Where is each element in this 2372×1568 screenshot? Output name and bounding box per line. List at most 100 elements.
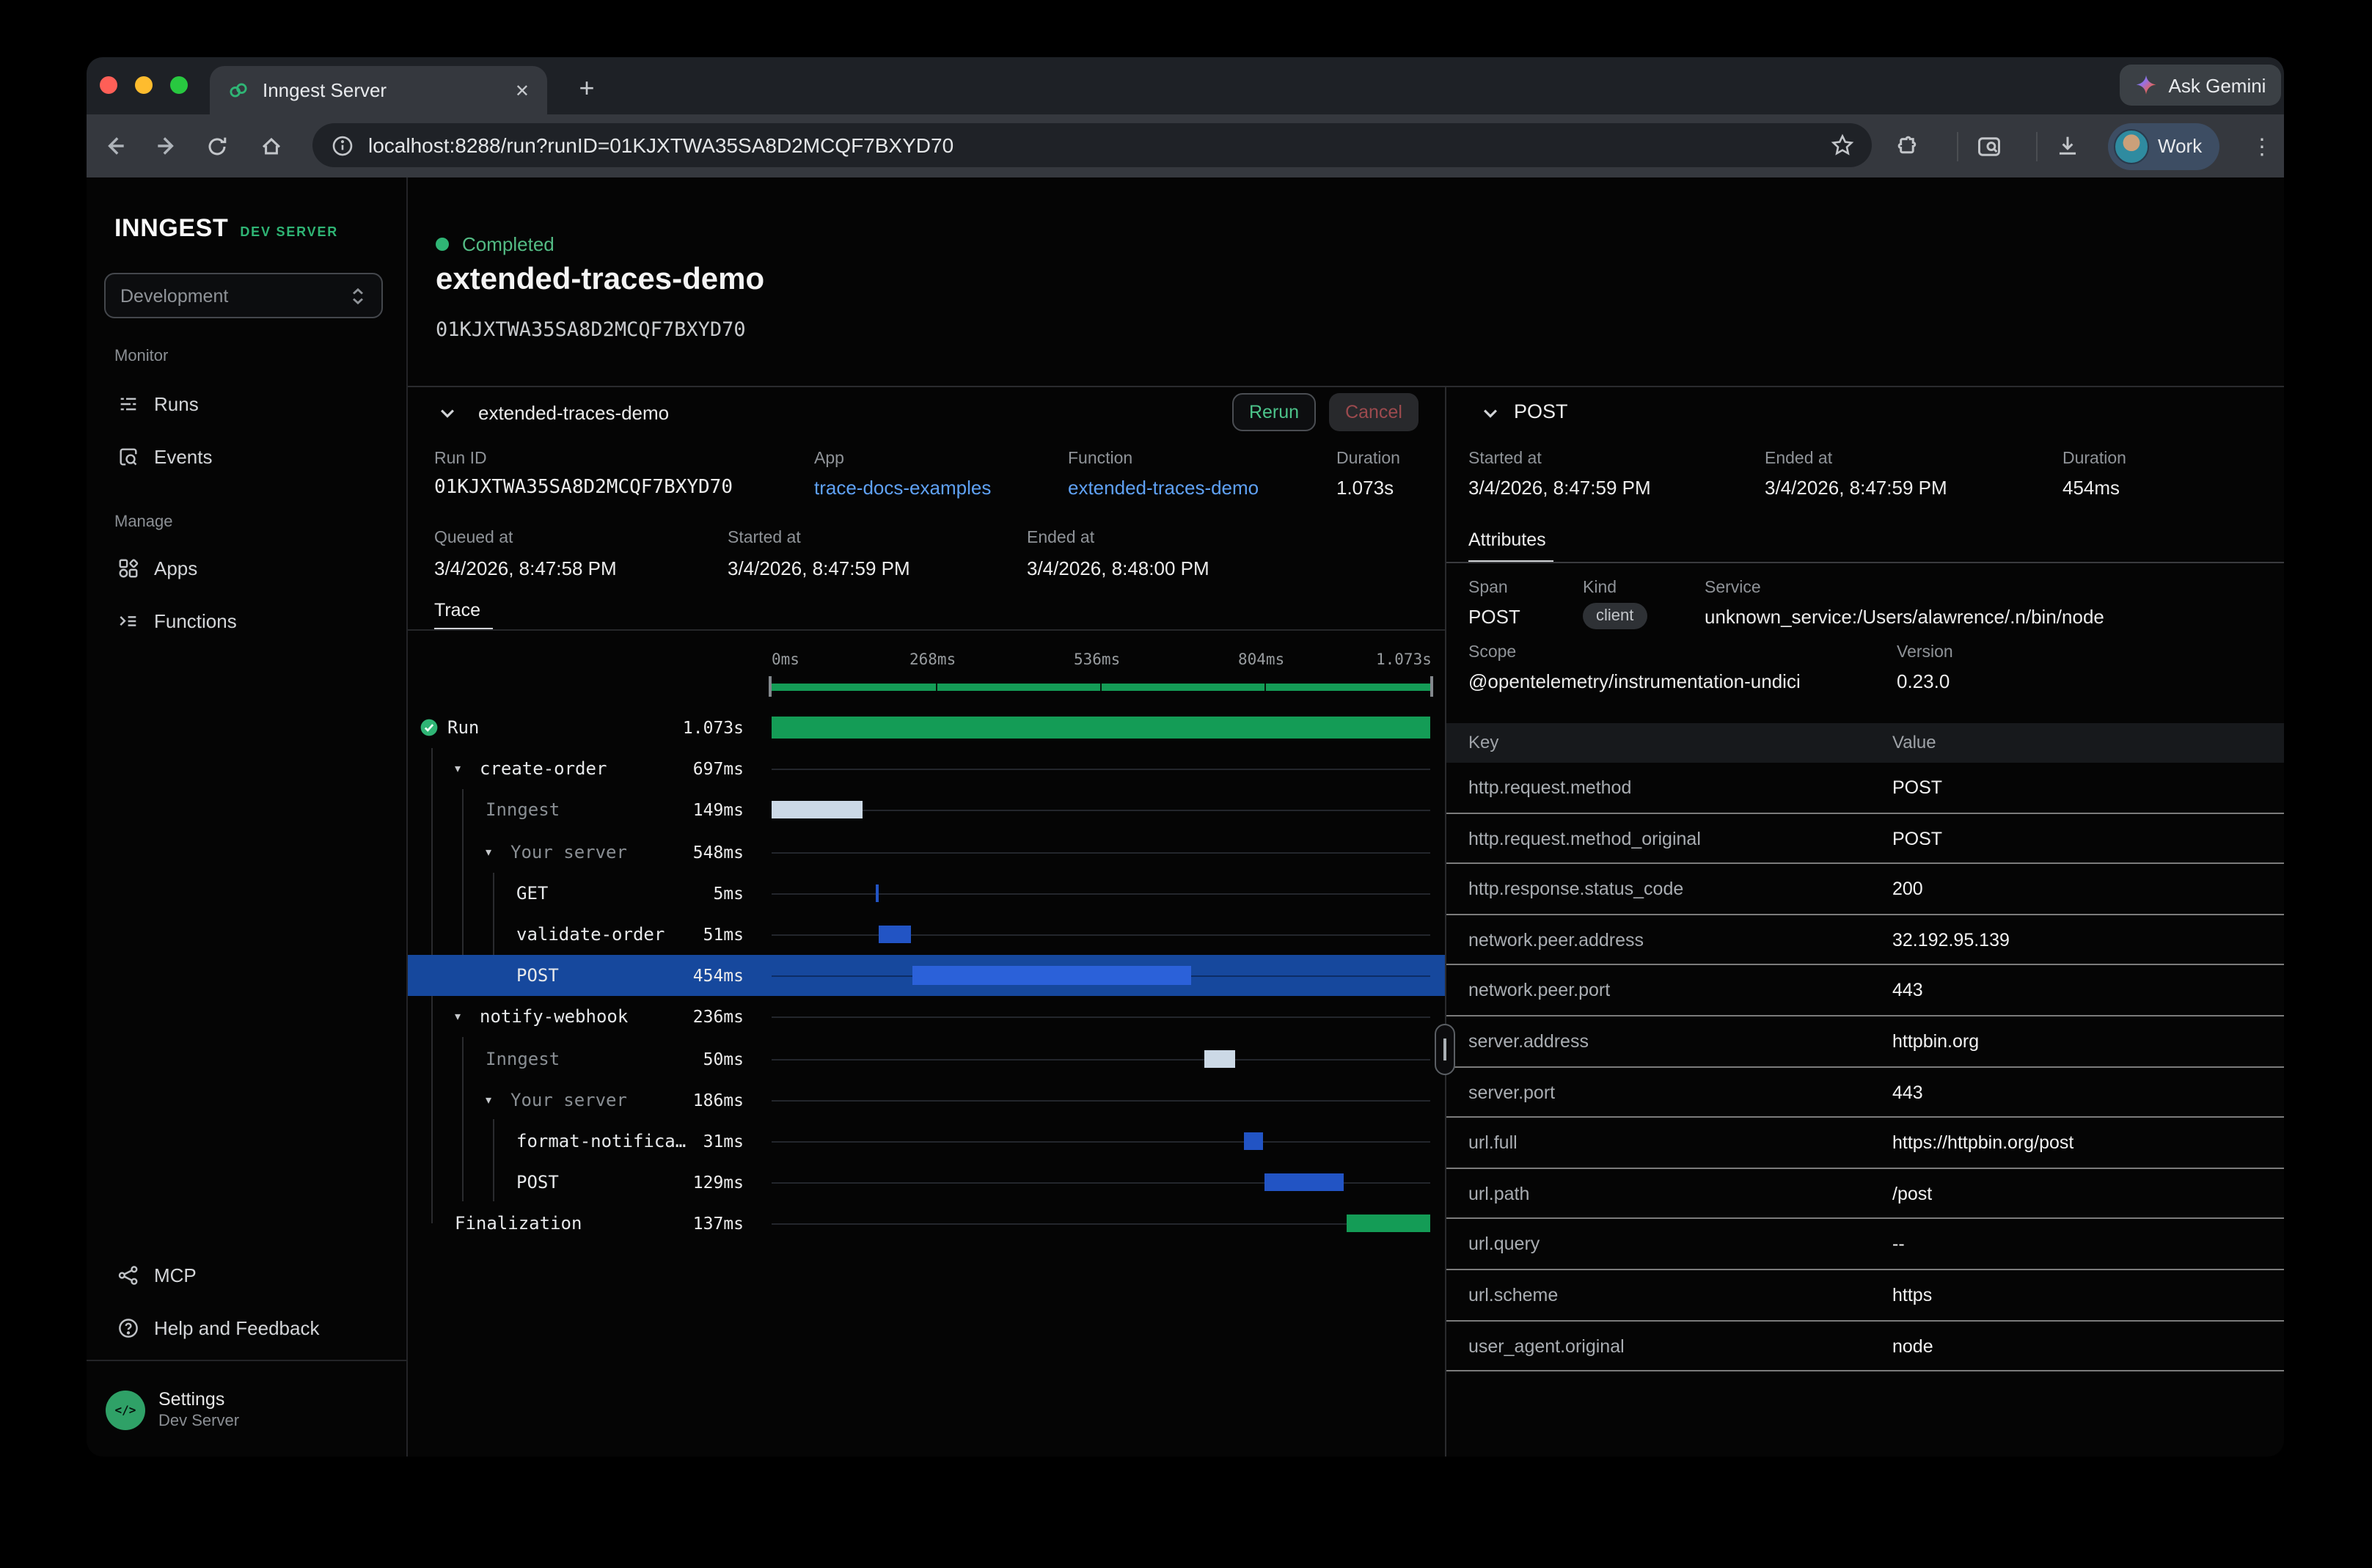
reload-icon[interactable]: [192, 114, 242, 177]
sidebar-item-help[interactable]: Help and Feedback: [98, 1305, 396, 1349]
url-text[interactable]: localhost:8288/run?runID=01KJXTWA35SA8D2…: [368, 133, 953, 157]
app-link[interactable]: trace-docs-examples: [814, 477, 991, 499]
caret-icon[interactable]: ▾: [455, 763, 461, 776]
trace-row[interactable]: ▾ validate-order 51ms: [408, 914, 1445, 955]
caret-icon[interactable]: ▾: [455, 1011, 461, 1024]
attribute-row[interactable]: url.schemehttps: [1446, 1270, 2284, 1321]
trace-row[interactable]: ▾ GET 5ms: [408, 873, 1445, 914]
timeline-track: [772, 851, 1430, 853]
sidebar-item-mcp[interactable]: MCP: [98, 1253, 396, 1297]
span-name: Inngest: [486, 790, 560, 831]
rerun-button[interactable]: Rerun: [1232, 393, 1316, 431]
span-bar[interactable]: [879, 926, 910, 943]
sidebar-item-runs[interactable]: Runs: [98, 381, 396, 425]
panel-resize-handle[interactable]: [1435, 1024, 1455, 1075]
attribute-row[interactable]: network.peer.address32.192.95.139: [1446, 915, 2284, 966]
sidebar-item-label: Runs: [154, 392, 199, 414]
trace-row[interactable]: ▾ create-order 697ms: [408, 748, 1445, 789]
profile-chip[interactable]: Work: [2108, 114, 2219, 177]
span-duration: 149ms: [581, 790, 744, 831]
span-bar[interactable]: [1244, 1132, 1263, 1150]
span-duration: 51ms: [581, 914, 744, 955]
collapse-chevron-icon[interactable]: [1480, 403, 1501, 424]
url-bar[interactable]: localhost:8288/run?runID=01KJXTWA35SA8D2…: [312, 123, 1872, 167]
span-bar[interactable]: [1346, 1215, 1430, 1233]
attribute-row[interactable]: url.path/post: [1446, 1169, 2284, 1220]
attribute-row[interactable]: network.peer.port443: [1446, 966, 2284, 1016]
trace-row[interactable]: ▾ Your server 548ms: [408, 831, 1445, 872]
settings-title: Settings: [158, 1389, 239, 1410]
function-link[interactable]: extended-traces-demo: [1068, 477, 1259, 499]
attributes-table-header: Key Value: [1446, 723, 2284, 763]
caret-icon[interactable]: ▾: [486, 845, 491, 858]
attribute-row[interactable]: http.response.status_code200: [1446, 864, 2284, 915]
tab-close-icon[interactable]: ✕: [515, 80, 530, 100]
browser-tab[interactable]: Inngest Server ✕: [210, 66, 547, 114]
axis-tick: 268ms: [909, 651, 956, 669]
caret-icon[interactable]: ▾: [486, 1093, 491, 1107]
runid-label: Run ID: [434, 450, 487, 468]
span-bar[interactable]: [772, 802, 863, 819]
attribute-row[interactable]: user_agent.originalnode: [1446, 1321, 2284, 1371]
trace-row-run[interactable]: ▾ Run 1.073s: [408, 707, 1445, 748]
trace-row[interactable]: ▾ Your server 186ms: [408, 1079, 1445, 1120]
sidebar-item-apps[interactable]: Apps: [98, 546, 396, 590]
cancel-button[interactable]: Cancel: [1329, 393, 1419, 431]
site-info-icon[interactable]: [332, 134, 354, 156]
gemini-sparkle-icon: [2135, 73, 2159, 97]
bookmark-star-icon[interactable]: [1831, 133, 1854, 157]
span-bar[interactable]: [1205, 1049, 1236, 1067]
attribute-row[interactable]: http.request.method_originalPOST: [1446, 813, 2284, 864]
trace-row[interactable]: ▾ format-notifica… 31ms: [408, 1121, 1445, 1162]
sidebar-item-events[interactable]: Events: [98, 434, 396, 478]
tab-attributes[interactable]: Attributes: [1468, 530, 1546, 550]
attribute-row[interactable]: server.addresshttpbin.org: [1446, 1016, 2284, 1067]
attribute-row[interactable]: url.query--: [1446, 1220, 2284, 1270]
timeline-track: [772, 934, 1430, 936]
window-zoom-button[interactable]: [170, 76, 188, 94]
span-duration: 697ms: [581, 748, 744, 789]
scope-label: Scope: [1468, 644, 1516, 662]
sidebar-item-functions[interactable]: Functions: [98, 598, 396, 642]
trace-row[interactable]: ▾ Inngest 50ms: [408, 1038, 1445, 1079]
timeline-track: [772, 893, 1430, 895]
timeline-track: [772, 769, 1430, 771]
kebab-menu-icon[interactable]: ⋮: [2240, 114, 2284, 177]
new-tab-button[interactable]: +: [565, 67, 609, 109]
attribute-row[interactable]: url.fullhttps://httpbin.org/post: [1446, 1118, 2284, 1168]
trace-row[interactable]: ▾ Finalization 137ms: [408, 1204, 1445, 1245]
sidebar-item-settings[interactable]: </> Settings Dev Server: [106, 1389, 239, 1430]
timeline-track: [772, 1017, 1430, 1019]
extensions-icon[interactable]: [1895, 114, 1920, 177]
span-bar[interactable]: [1264, 1173, 1344, 1191]
span-bar[interactable]: [912, 966, 1191, 985]
timeline-track: [772, 1141, 1430, 1143]
minimap-divider: [1100, 684, 1102, 690]
span-details-panel: POST Started at 3/4/2026, 8:47:59 PM End…: [1445, 387, 2284, 1457]
tab-trace[interactable]: Trace: [434, 600, 480, 620]
span-duration: 236ms: [581, 997, 744, 1038]
span-name: Inngest: [486, 1038, 560, 1079]
ask-gemini-button[interactable]: Ask Gemini: [2120, 65, 2281, 106]
home-icon[interactable]: [246, 114, 296, 177]
window-minimize-button[interactable]: [135, 76, 153, 94]
span-bar[interactable]: [876, 884, 879, 902]
trace-row-selected[interactable]: ▾ POST 454ms: [408, 955, 1445, 996]
span-duration: 129ms: [581, 1162, 744, 1203]
trace-panel: extended-traces-demo Rerun Cancel Run ID…: [408, 386, 2284, 1457]
trace-span-name[interactable]: extended-traces-demo: [478, 402, 669, 424]
forward-icon[interactable]: [141, 114, 191, 177]
function-label: Function: [1068, 450, 1132, 468]
window-close-button[interactable]: [100, 76, 117, 94]
trace-row[interactable]: ▾ POST 129ms: [408, 1162, 1445, 1203]
downloads-icon[interactable]: [2055, 114, 2080, 177]
trace-row[interactable]: ▾ Inngest 149ms: [408, 790, 1445, 831]
attribute-row[interactable]: http.request.methodPOST: [1446, 763, 2284, 813]
attribute-row[interactable]: server.port443: [1446, 1067, 2284, 1118]
environment-select[interactable]: Development: [104, 273, 383, 318]
span-bar[interactable]: [772, 717, 1430, 739]
back-icon[interactable]: [89, 114, 139, 177]
tab-search-icon[interactable]: [1976, 114, 2002, 177]
trace-row[interactable]: ▾ notify-webhook 236ms: [408, 997, 1445, 1038]
collapse-chevron-icon[interactable]: [437, 403, 458, 424]
